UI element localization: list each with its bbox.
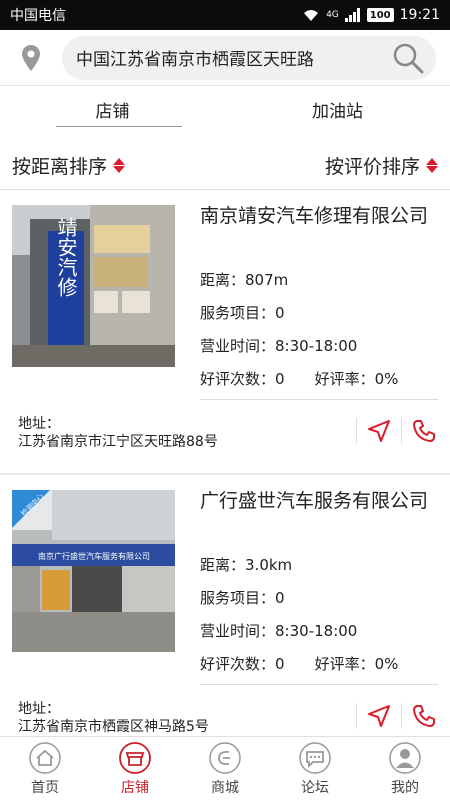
sort-by-rating-label: 按评价排序 (324, 156, 420, 178)
home-icon (29, 741, 61, 774)
shop-actions (348, 702, 438, 730)
sort-by-distance-button[interactable]: 按距离排序 (12, 152, 126, 179)
shop-rating: 好评次数：0 好评率：0% (200, 653, 398, 674)
shop-icon (119, 741, 151, 774)
shop-services: 服务项目：0 (200, 589, 285, 607)
address-label: 地址： (18, 416, 60, 432)
tab-gas-stations-label: 加油站 (312, 101, 363, 122)
search-icon[interactable] (390, 40, 426, 76)
navigate-icon[interactable] (365, 417, 393, 445)
profile-icon (389, 741, 421, 774)
shop-actions (348, 417, 438, 445)
shop-services: 服务项目：0 (200, 304, 285, 322)
shop-rating: 好评次数：0 好评率：0% (200, 368, 398, 389)
nav-shop-label: 店铺 (121, 779, 149, 796)
address-label: 地址： (18, 701, 60, 717)
photo-sign-text: 南京广行盛世汽车服务有限公司 (38, 551, 150, 561)
nav-shop[interactable]: 店铺 (90, 737, 180, 800)
nav-profile-label: 我的 (391, 779, 419, 796)
shop-hours: 营业时间：8:30-18:00 (200, 622, 358, 640)
card-separator (0, 473, 450, 475)
navigate-icon[interactable] (365, 702, 393, 730)
bottom-nav: 首页 店铺 商城 论坛 我的 (0, 736, 450, 800)
search-header (0, 30, 450, 86)
location-pin-icon[interactable] (0, 44, 62, 71)
phone-icon[interactable] (410, 702, 438, 730)
shop-name[interactable]: 广行盛世汽车服务有限公司 (200, 488, 436, 514)
phone-icon[interactable] (410, 417, 438, 445)
shop-distance: 距离：807m (200, 271, 289, 289)
nav-forum[interactable]: 论坛 (270, 737, 360, 800)
nav-mall[interactable]: 商城 (180, 737, 270, 800)
status-bar: 中国电信 4G 100 19:21 (0, 0, 450, 30)
card-divider (200, 399, 438, 400)
shop-address: 江苏省南京市江宁区天旺路88号 (18, 434, 218, 450)
good-review-rate: 好评率：0% (314, 370, 399, 388)
shop-photo: 南京广行盛世汽车服务有限公司 检测中心 (12, 490, 175, 652)
signal-icon (344, 8, 360, 22)
photo-sign-text: 靖安汽修 (54, 217, 78, 297)
search-input[interactable] (76, 47, 390, 68)
category-tabs: 店铺 加油站 (0, 87, 450, 131)
battery-icon: 100 (366, 8, 394, 22)
status-icons: 4G 100 19:21 (302, 7, 440, 23)
nav-mall-label: 商城 (211, 779, 239, 796)
tab-shops[interactable]: 店铺 (0, 87, 225, 131)
nav-forum-label: 论坛 (301, 779, 329, 796)
shop-card[interactable]: 南京广行盛世汽车服务有限公司 检测中心 广行盛世汽车服务有限公司 距离：3.0k… (0, 476, 450, 736)
shop-card[interactable]: 靖安汽修 南京靖安汽车修理有限公司 距离：807m 服务项目：0 营业时间：8:… (0, 191, 450, 473)
search-bar (62, 35, 436, 80)
shop-distance: 距离：3.0km (200, 556, 293, 574)
wifi-icon (304, 10, 319, 21)
sort-by-rating-button[interactable]: 按评价排序 (325, 152, 438, 179)
sort-toggle-icon (113, 158, 126, 173)
clock: 19:21 (399, 7, 440, 23)
good-review-rate: 好评率：0% (314, 655, 399, 673)
forum-icon (299, 741, 331, 774)
nav-profile[interactable]: 我的 (360, 737, 450, 800)
shop-name[interactable]: 南京靖安汽车修理有限公司 (200, 203, 436, 229)
tab-shops-label: 店铺 (95, 101, 130, 122)
good-review-count: 好评次数：0 (200, 370, 285, 388)
shop-photo: 靖安汽修 (12, 205, 175, 367)
nav-home-label: 首页 (31, 779, 59, 796)
mall-icon (209, 741, 241, 774)
shop-address: 江苏省南京市栖霞区神马路5号 (18, 719, 209, 735)
good-review-count: 好评次数：0 (200, 655, 285, 673)
card-divider (200, 684, 438, 685)
sort-bar: 按距离排序 按评价排序 (0, 142, 450, 190)
sort-toggle-icon (426, 158, 438, 173)
carrier-name: 中国电信 (10, 8, 66, 24)
sort-by-distance-label: 按距离排序 (12, 156, 108, 178)
shop-hours: 营业时间：8:30-18:00 (200, 337, 358, 355)
network-type: 4G (326, 10, 339, 20)
tab-gas-stations[interactable]: 加油站 (225, 87, 450, 131)
nav-home[interactable]: 首页 (0, 737, 90, 800)
